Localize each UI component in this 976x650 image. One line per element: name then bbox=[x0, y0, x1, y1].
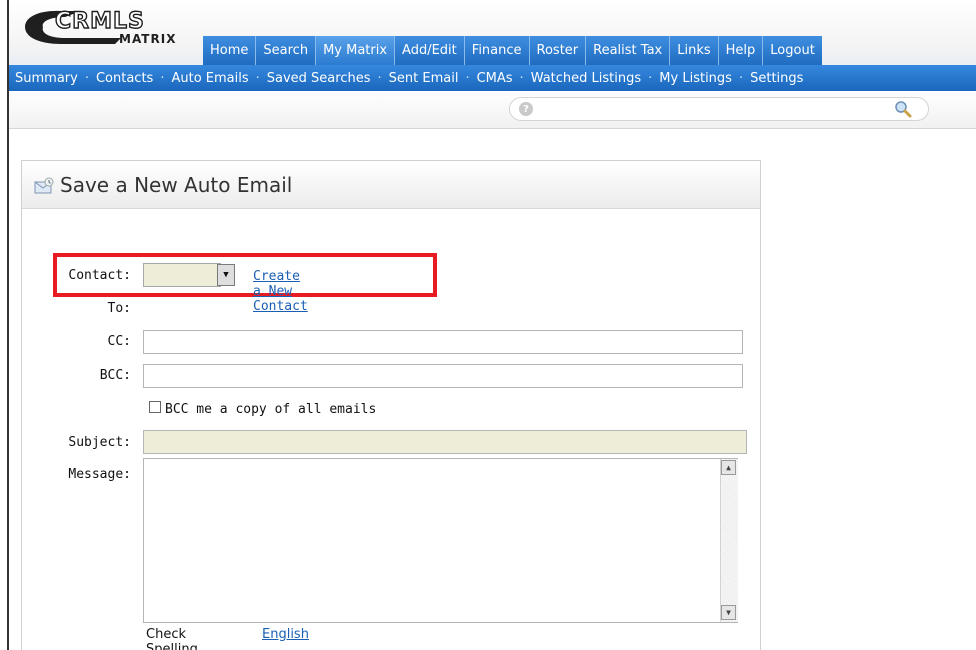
chevron-down-icon[interactable]: ▼ bbox=[217, 264, 235, 286]
logo-subtext: MATRIX bbox=[119, 32, 177, 46]
subnav-separator: · bbox=[255, 70, 260, 86]
subnav-sent-email[interactable]: Sent Email bbox=[389, 71, 459, 86]
subnav-cmas[interactable]: CMAs bbox=[477, 71, 513, 86]
subnav-separator: · bbox=[377, 70, 382, 86]
create-new-contact-link[interactable]: Create a New Contact bbox=[253, 269, 308, 314]
subnav-saved-searches[interactable]: Saved Searches bbox=[267, 71, 371, 86]
cc-field[interactable] bbox=[143, 330, 743, 354]
help-icon[interactable]: ? bbox=[519, 102, 533, 116]
app-frame: CRMLS MATRIX Home Search My Matrix Add/E… bbox=[7, 0, 976, 650]
search-bar: ? bbox=[9, 91, 976, 129]
auto-email-panel: Save a New Auto Email Contact: ▼ Create … bbox=[21, 160, 761, 650]
bcc-field[interactable] bbox=[143, 364, 743, 388]
scroll-down-icon[interactable]: ▼ bbox=[721, 605, 736, 620]
subnav-separator: · bbox=[84, 70, 89, 86]
tab-realist-tax[interactable]: Realist Tax bbox=[585, 36, 670, 65]
subnav-separator: · bbox=[648, 70, 653, 86]
tab-search[interactable]: Search bbox=[255, 36, 316, 65]
bcc-me-checkbox[interactable] bbox=[149, 401, 161, 413]
subnav-auto-emails[interactable]: Auto Emails bbox=[171, 71, 248, 86]
search-input[interactable] bbox=[509, 97, 929, 121]
page-title: Save a New Auto Email bbox=[60, 173, 293, 197]
to-label: To: bbox=[107, 301, 131, 316]
top-nav: Home Search My Matrix Add/Edit Finance R… bbox=[203, 36, 822, 65]
crmls-matrix-logo[interactable]: CRMLS MATRIX bbox=[21, 8, 201, 46]
subnav-separator: · bbox=[519, 70, 524, 86]
tab-home[interactable]: Home bbox=[203, 36, 256, 65]
check-spelling-label: Check Spelling bbox=[146, 627, 198, 650]
subnav-watched-listings[interactable]: Watched Listings bbox=[531, 71, 641, 86]
scroll-up-icon[interactable]: ▲ bbox=[721, 460, 736, 475]
panel-header: Save a New Auto Email bbox=[22, 161, 760, 209]
email-icon bbox=[34, 177, 54, 194]
tab-my-matrix[interactable]: My Matrix bbox=[315, 36, 395, 65]
bcc-label: BCC: bbox=[99, 368, 131, 383]
scrollbar-track bbox=[720, 459, 738, 622]
cc-label: CC: bbox=[107, 334, 131, 349]
subnav-contacts[interactable]: Contacts bbox=[96, 71, 153, 86]
subject-label: Subject: bbox=[68, 435, 131, 450]
contact-label: Contact: bbox=[68, 268, 131, 283]
tab-roster[interactable]: Roster bbox=[528, 36, 586, 65]
subnav-separator: · bbox=[738, 70, 744, 86]
subnav-separator: · bbox=[465, 70, 470, 86]
subnav-my-listings[interactable]: My Listings bbox=[659, 71, 732, 86]
message-textarea[interactable] bbox=[143, 458, 738, 623]
header: CRMLS MATRIX Home Search My Matrix Add/E… bbox=[9, 0, 976, 65]
subnav-separator: · bbox=[160, 70, 165, 86]
sub-nav: Summary · Contacts · Auto Emails · Saved… bbox=[9, 65, 976, 91]
subject-field[interactable] bbox=[143, 430, 747, 454]
message-scrollbar[interactable]: ▲ ▼ bbox=[720, 459, 738, 622]
subnav-settings[interactable]: Settings bbox=[750, 71, 803, 86]
message-label: Message: bbox=[68, 467, 131, 482]
logo-text: CRMLS bbox=[54, 8, 145, 34]
subnav-summary[interactable]: Summary bbox=[15, 71, 78, 86]
tab-links[interactable]: Links bbox=[669, 36, 718, 65]
contact-select[interactable] bbox=[143, 263, 221, 287]
search-icon[interactable] bbox=[894, 100, 912, 118]
tab-help[interactable]: Help bbox=[717, 36, 763, 65]
spelling-language-link[interactable]: English bbox=[262, 627, 309, 642]
bcc-me-label: BCC me a copy of all emails bbox=[165, 402, 377, 417]
tab-logout[interactable]: Logout bbox=[762, 36, 822, 65]
tab-finance[interactable]: Finance bbox=[463, 36, 529, 65]
tab-add-edit[interactable]: Add/Edit bbox=[394, 36, 464, 65]
